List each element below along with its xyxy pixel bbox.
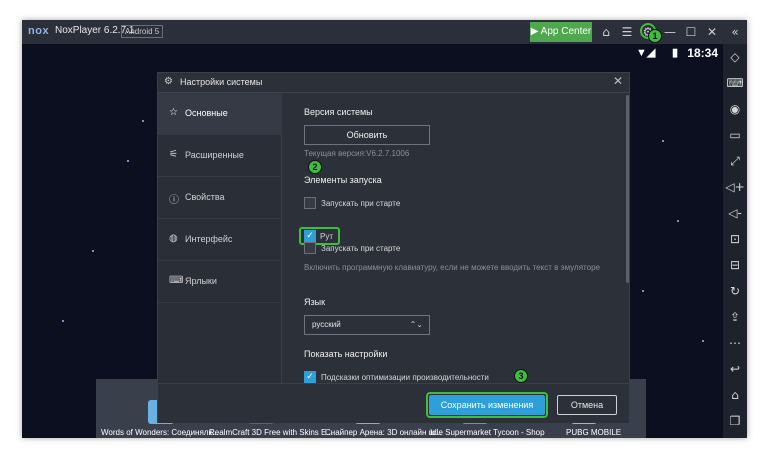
step-badge-2: 2 (308, 160, 322, 174)
scrollbar[interactable] (626, 95, 629, 283)
minimize-icon[interactable]: — (662, 24, 678, 40)
star-decoration (127, 160, 129, 162)
android-home-icon[interactable]: ⌂ (723, 386, 747, 404)
root-checkbox-label: Рут (320, 232, 333, 241)
sliders-icon: ⚟ (169, 149, 178, 160)
star-icon: ☆ (169, 107, 178, 118)
chevron-updown-icon: ⌃⌄ (409, 320, 423, 329)
dialog-title: Настройки системы (180, 77, 263, 87)
palette-icon: ◍ (169, 233, 178, 244)
keyboard-icon[interactable]: ⌨ (723, 74, 747, 92)
app-center-label: App Center (540, 26, 592, 37)
android-badge: Android 5 (121, 25, 164, 38)
dialog-header: ⚙ Настройки системы ✕ (158, 73, 629, 93)
nav-item-label: Ярлыки (185, 276, 217, 286)
nav-item-interface[interactable]: ◍ Интерфейс (158, 219, 282, 261)
show-settings-heading: Показать настройки (304, 349, 388, 359)
app-center-button[interactable]: ▶ App Center (530, 22, 592, 42)
toolbox-icon[interactable]: ⊟ (723, 256, 747, 274)
keyboard-icon: ⌨ (169, 275, 184, 286)
startup-checkbox-label: Запускать при старте (321, 199, 401, 208)
current-version: Текущая версия:V6.2.7.1006 (304, 149, 410, 158)
nav-item-label: Свойства (185, 192, 225, 202)
startup-checkbox-2-label: Запускать при старте (321, 244, 401, 253)
gear-icon: ⚙ (164, 76, 173, 87)
nav-item-label: Интерфейс (185, 234, 233, 244)
title-bar: nox NoxPlayer 6.2.7.1 Android 5 ▶ App Ce… (22, 20, 747, 44)
info-icon: ⓘ (169, 195, 179, 206)
keyboard-note: Включить программную клавиатуру, если не… (304, 263, 600, 272)
language-select[interactable]: русский ⌃⌄ (304, 315, 430, 335)
app-label[interactable]: RealmCraft 3D Free with Skins E... (209, 428, 333, 437)
collapse-icon[interactable]: « (727, 24, 743, 40)
update-button[interactable]: Обновить (304, 125, 430, 145)
nav-item-properties[interactable]: ⓘ Свойства (158, 177, 282, 219)
settings-dialog: ⚙ Настройки системы ✕ ☆ Основные ⚟ Расши… (157, 72, 630, 423)
dialog-footer: Сохранить изменения Отмена (158, 383, 629, 423)
root-checkbox[interactable]: ✓ (304, 230, 316, 242)
startup-checkbox[interactable] (304, 197, 316, 209)
star-decoration (702, 340, 704, 342)
tag-icon[interactable]: ◇ (723, 48, 747, 66)
menu-icon[interactable]: ☰ (619, 24, 635, 40)
system-version-heading: Версия системы (304, 107, 373, 117)
apk-install-icon[interactable]: ⇪ (723, 308, 747, 326)
screen-icon[interactable]: ▭ (723, 126, 747, 144)
volume-up-icon[interactable]: ◁+ (723, 178, 747, 196)
star-decoration (642, 290, 644, 292)
close-icon[interactable]: ✕ (704, 24, 720, 40)
star-decoration (677, 220, 679, 222)
star-decoration (142, 120, 144, 122)
save-button[interactable]: Сохранить изменения (429, 395, 545, 415)
star-decoration (62, 320, 64, 322)
rotate-icon[interactable]: ↻ (723, 282, 747, 300)
star-decoration (92, 250, 94, 252)
step-badge-1: 1 (648, 29, 662, 43)
hints-checkbox-label: Подсказки оптимизации производительности (321, 373, 489, 382)
battery-icon: ▮ (672, 47, 679, 59)
location-icon[interactable]: ◉ (723, 100, 747, 118)
maximize-icon[interactable]: ☐ (683, 24, 699, 40)
close-icon[interactable]: ✕ (613, 74, 623, 88)
cancel-button[interactable]: Отмена (557, 395, 617, 415)
settings-content: Версия системы Обновить Текущая версия:V… (283, 93, 625, 383)
startup-checkbox-2[interactable] (304, 242, 316, 254)
settings-nav: ☆ Основные ⚟ Расширенные ⓘ Свойства ◍ Ин… (158, 93, 282, 383)
nav-item-advanced[interactable]: ⚟ Расширенные (158, 135, 282, 177)
recent-apps-icon[interactable]: ❐ (723, 412, 747, 430)
app-label[interactable]: Words of Wonders: Соединялк... (101, 428, 219, 437)
language-value: русский (312, 320, 341, 329)
status-time: 18:34 (687, 46, 718, 60)
hints-checkbox[interactable]: ✓ (304, 371, 316, 383)
more-icon[interactable]: ⋯ (723, 334, 747, 352)
nav-item-label: Расширенные (185, 150, 244, 160)
nav-item-shortcuts[interactable]: ⌨ Ярлыки (158, 261, 282, 303)
language-heading: Язык (304, 297, 326, 307)
nav-item-label: Основные (185, 108, 228, 118)
app-label[interactable]: Снайпер Арена: 3D онлайн ш... (325, 428, 442, 437)
nox-logo: nox (28, 25, 50, 37)
step-badge-3: 3 (514, 369, 528, 383)
back-icon[interactable]: ↩ (723, 360, 747, 378)
app-label[interactable]: Idle Supermarket Tycoon - Shop (430, 428, 545, 437)
nox-window: nox NoxPlayer 6.2.7.1 Android 5 ▶ App Ce… (22, 20, 747, 438)
screenshot-icon[interactable]: ⊡ (723, 230, 747, 248)
volume-down-icon[interactable]: ◁- (723, 204, 747, 222)
fullscreen-icon[interactable]: ⤢ (723, 152, 747, 170)
star-decoration (662, 140, 664, 142)
startup-heading: Элементы запуска (304, 175, 382, 185)
app-label[interactable]: PUBG MOBILE (566, 428, 621, 437)
android-status-bar: ▼◢ ▮ 18:34 (632, 44, 722, 62)
nav-item-basic[interactable]: ☆ Основные (158, 93, 282, 135)
home-icon[interactable]: ⌂ (598, 24, 614, 40)
right-toolbar: ◇ ⌨ ◉ ▭ ⤢ ◁+ ◁- ⊡ ⊟ ↻ ⇪ ⋯ ↩ ⌂ ❐ (723, 44, 747, 438)
wifi-icon: ▼◢ (636, 47, 656, 59)
